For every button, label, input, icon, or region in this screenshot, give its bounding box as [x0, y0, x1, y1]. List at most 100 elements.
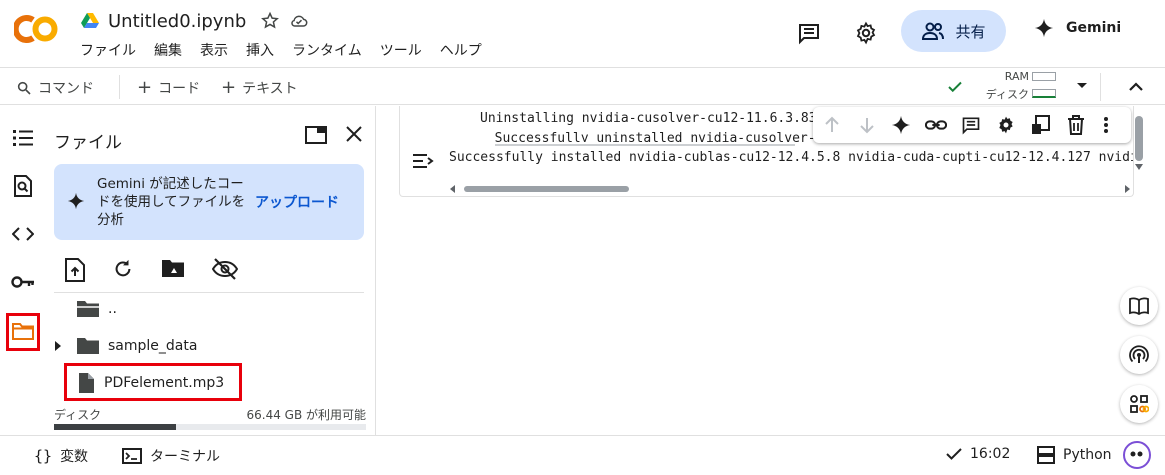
more-vertical-icon[interactable] [1103, 115, 1123, 135]
server-icon [1037, 446, 1055, 464]
comment-icon[interactable] [961, 115, 981, 135]
expand-arrow-icon[interactable] [54, 341, 62, 351]
files-highlight-box [6, 313, 40, 351]
panel-divider [54, 292, 364, 293]
tree-item-parent[interactable]: .. [76, 296, 117, 322]
runtime-info[interactable]: Python [1037, 446, 1112, 464]
plus-icon: + [221, 77, 237, 98]
hide-files-eye-off-icon[interactable] [212, 258, 238, 282]
star-icon[interactable] [260, 11, 280, 31]
ram-usage-bar[interactable] [1032, 72, 1056, 81]
colab-logo[interactable] [14, 12, 60, 46]
table-of-contents-icon[interactable] [11, 126, 35, 150]
terminal-label: ターミナル [150, 449, 220, 465]
disk-usage-bar[interactable] [1032, 89, 1056, 98]
gemini-sparkle-icon [1034, 18, 1054, 38]
open-in-tab-icon[interactable] [305, 126, 327, 144]
app-header: Untitled0.ipynb ファイル 編集 表示 挿入 ランタイム ツール … [0, 0, 1165, 68]
folder-open-icon [76, 300, 100, 318]
output-line: Uninstalling nvidia-cusolver-cu12-11.6.3… [480, 111, 817, 126]
horizontal-scrollbar[interactable] [450, 185, 1130, 193]
toolbar-divider [1100, 73, 1101, 101]
share-button[interactable]: 共有 [901, 10, 1006, 52]
gemini-button[interactable]: Gemini [1034, 18, 1121, 38]
notebook-title[interactable]: Untitled0.ipynb [108, 11, 246, 32]
connected-check-icon[interactable] [945, 78, 965, 96]
status-bar: {} 変数 ターミナル 16:02 Python [0, 435, 1165, 475]
output-line: Successfully installed nvidia-cublas-cu1… [449, 150, 1134, 165]
variables-label: 変数 [60, 449, 89, 465]
cell-toolbar [813, 107, 1131, 143]
command-label: コマンド [38, 81, 94, 97]
disk-label: ディスク [985, 88, 1029, 101]
output-actions-icon[interactable] [412, 153, 434, 169]
command-palette-button[interactable]: コマンド [16, 78, 94, 98]
notebook-toolbar: コマンド + コード + テキスト RAM ディスク [0, 69, 1165, 105]
plus-icon: + [137, 77, 153, 98]
files-panel-title: ファイル [54, 133, 122, 153]
execution-status[interactable]: 16:02 [946, 446, 1010, 462]
disk-available: 66.44 GB が利用可能 [246, 408, 366, 422]
cloud-saved-icon[interactable] [288, 11, 310, 31]
notebook-main-area: Uninstalling nvidia-cusolver-cu12-11.6.3… [377, 106, 1165, 435]
link-icon[interactable] [925, 115, 947, 135]
gemini-label: Gemini [1066, 20, 1122, 36]
share-label: 共有 [955, 22, 986, 41]
close-icon[interactable] [346, 126, 362, 142]
refresh-icon[interactable] [112, 258, 136, 282]
check-icon [946, 447, 962, 461]
add-code-button[interactable]: + コード [137, 78, 200, 98]
resources-dropdown-icon[interactable] [1076, 82, 1088, 90]
clipped-output-line [495, 142, 815, 147]
tree-item-label: sample_data [108, 338, 198, 354]
code-snippets-icon[interactable] [11, 222, 35, 246]
menu-tools[interactable]: ツール [380, 40, 422, 60]
left-icon-rail [0, 106, 42, 435]
assistant-bot-icon[interactable] [1123, 441, 1151, 469]
variables-button[interactable]: {} 変数 [34, 446, 88, 466]
settings-gear-icon[interactable] [852, 19, 880, 47]
comment-icon[interactable] [795, 19, 823, 47]
move-up-arrow-icon[interactable] [822, 115, 842, 135]
execution-time: 16:02 [970, 446, 1011, 462]
drive-icon [80, 12, 100, 30]
settings-gear-icon[interactable] [996, 115, 1016, 135]
podcast-broadcast-icon[interactable] [1120, 336, 1158, 374]
open-book-icon[interactable] [1120, 287, 1158, 325]
menu-insert[interactable]: 挿入 [246, 40, 274, 60]
menu-help[interactable]: ヘルプ [440, 40, 482, 60]
menu-view[interactable]: 表示 [200, 40, 228, 60]
disk-usage-info: ディスク 66.44 GB が利用可能 [54, 406, 366, 423]
collapse-header-icon[interactable] [1128, 80, 1144, 92]
secrets-key-icon[interactable] [11, 270, 35, 294]
menu-edit[interactable]: 編集 [154, 40, 182, 60]
vertical-scrollbar[interactable] [1135, 116, 1143, 170]
gemini-sparkle-icon[interactable] [891, 115, 911, 135]
terminal-icon [122, 448, 142, 464]
add-text-button[interactable]: + テキスト [221, 78, 298, 98]
move-down-arrow-icon[interactable] [857, 115, 877, 135]
delete-trash-icon[interactable] [1067, 115, 1087, 135]
disk-label: ディスク [54, 408, 102, 422]
tree-item-label: .. [108, 301, 117, 317]
menu-runtime[interactable]: ランタイム [292, 40, 362, 60]
file-actions-bar [62, 256, 362, 284]
mount-drive-icon[interactable] [161, 258, 185, 282]
apps-grid-icon[interactable] [1120, 385, 1158, 423]
terminal-button[interactable]: ターミナル [122, 446, 220, 466]
upload-file-icon[interactable] [64, 258, 88, 282]
tree-item-sample-data[interactable]: sample_data [54, 333, 197, 359]
menu-file[interactable]: ファイル [80, 40, 136, 60]
search-icon [16, 80, 32, 96]
gemini-sparkle-icon [67, 192, 85, 210]
mirror-cell-icon[interactable] [1031, 115, 1051, 135]
gemini-card-text: Gemini が記述したコードを使用してファイルを分析 [97, 176, 246, 228]
find-replace-icon[interactable] [11, 174, 35, 198]
disk-usage-fill [54, 424, 176, 430]
upload-link[interactable]: アップロード [255, 192, 339, 212]
disk-usage-track [54, 424, 366, 430]
braces-icon: {} [34, 447, 53, 465]
toolbar-divider [119, 75, 120, 99]
file-highlight-box [64, 363, 242, 401]
code-label: コード [158, 81, 201, 97]
